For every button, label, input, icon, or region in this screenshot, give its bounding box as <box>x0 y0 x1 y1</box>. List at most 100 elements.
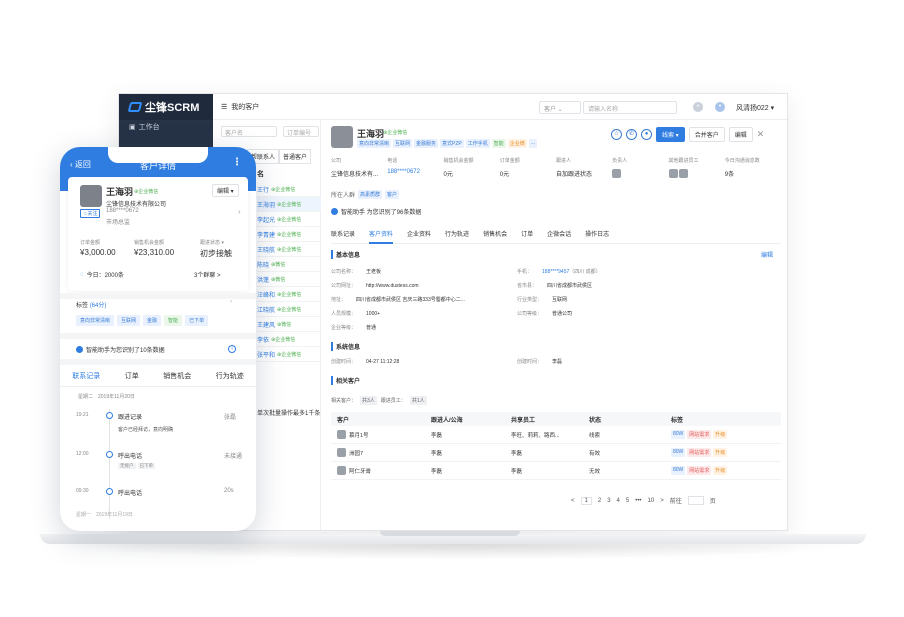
stat-phone: 电话 188****0672 <box>387 158 420 175</box>
timeline-item[interactable]: 19:21 跟进记录 张磊 客户已经拜访，意向明确 <box>76 412 246 442</box>
clue-button[interactable]: 线索 ▾ <box>656 127 685 142</box>
list-row[interactable]: 陈晓 ⊕微信 <box>257 257 321 272</box>
page-unit: 页 <box>709 499 716 505</box>
list-tabs: 帮联系人 普通客户 <box>247 149 312 164</box>
page-4[interactable]: 4 <box>617 498 620 504</box>
more-icon[interactable]: ⋮ <box>232 157 242 168</box>
timeline-item[interactable]: 12:00 呼出电话 未接通 无接户 已下单 <box>76 451 246 481</box>
search-input[interactable]: 请输入名称 <box>583 101 677 114</box>
tab-wecom-chat[interactable]: 企微会话 <box>547 226 571 243</box>
avatar <box>337 430 346 439</box>
phone-edit-button[interactable]: 编辑 ▾ <box>212 184 239 197</box>
page-1[interactable]: 1 <box>580 496 592 505</box>
tab-operation-log[interactable]: 操作日志 <box>585 226 609 243</box>
timeline-item[interactable]: 09:30 呼出电话 20s <box>76 488 246 508</box>
group-chats[interactable]: 3个群聊 > <box>194 270 221 279</box>
stat-owner: 负责人 <box>612 157 668 180</box>
table-row[interactable]: 阿仁牙膏 李磊 李磊 无效 80W 网站需求 升级 <box>331 462 781 480</box>
follow-button[interactable]: ☆关注 <box>80 209 101 218</box>
info-icon[interactable]: i <box>228 345 236 353</box>
tab-normal[interactable]: 普通客户 <box>279 149 312 164</box>
table-row[interactable]: 洲园7 李磊 李磊 有效 80W 网站需求 升级 <box>331 444 781 462</box>
goto-input[interactable] <box>687 496 704 505</box>
list-row[interactable]: 李青建 ⊕企业微信 <box>257 227 321 242</box>
list-row[interactable]: 汪峰和 ⊕企业微信 <box>257 287 321 302</box>
stat-messages: 今日沟通消息数 9条 <box>724 158 760 178</box>
field-mobile: 手机： 188****9457（四川 成都） <box>517 269 601 275</box>
detail-tabs: 联系记录 客户资料 企业资料 行为轨迹 销售机会 订单 企微会话 操作日志 <box>331 226 781 244</box>
stat-order: 订单金额 0元 <box>499 158 520 178</box>
list-row[interactable]: 王晓航 ⊕企业微信 <box>257 242 321 257</box>
divider <box>60 293 256 299</box>
field-website: 公司网址： http://www.dustess.com <box>331 283 419 289</box>
tag: 意向非常清晰 <box>76 315 115 326</box>
phone-customer-card: 王海羽 ⊕企业微信 编辑 ▾ ☆关注 尘锋信息技术有限公司 188****067… <box>68 177 248 291</box>
add-icon[interactable]: + <box>693 102 703 112</box>
tab-contact-records[interactable]: 联系记录 <box>72 371 100 386</box>
section-related: 相关客户 <box>331 376 360 385</box>
tags-row[interactable]: 标签 (64分) <box>76 300 106 309</box>
phone-customer-name: 王海羽 <box>106 187 134 197</box>
list-row[interactable]: 王行 ⊕企业微信 <box>257 182 321 197</box>
tab-opportunity[interactable]: 销售机会 <box>483 226 507 243</box>
tab-contact-records[interactable]: 联系记录 <box>331 226 355 243</box>
logo-text: 尘锋SCRM <box>145 102 200 114</box>
menu-icon[interactable]: ☰ <box>221 103 227 111</box>
table-row[interactable]: 慕月1号 李磊 李旺、莉莉、路西... 线索 80W 网站需求 升级 <box>331 426 781 444</box>
edit-button[interactable]: 编辑 <box>728 127 753 142</box>
stat-opportunity: 销售机会金额 0元 <box>443 158 474 178</box>
list-row[interactable]: 江晓航 ⊕企业微信 <box>257 302 321 317</box>
list-row[interactable]: 张平和 ⊕企业微信 <box>257 347 321 362</box>
tab-behavior[interactable]: 行为轨迹 <box>216 371 244 386</box>
avatar <box>679 169 689 178</box>
avatar <box>337 466 346 475</box>
chevron-right-icon[interactable]: › <box>230 299 232 305</box>
chat-icon[interactable]: ● <box>641 129 652 140</box>
tab-customer-profile[interactable]: 客户资料 <box>369 226 394 244</box>
sidebar-item-workbench[interactable]: ▣ 工作台 <box>119 120 213 134</box>
list-row[interactable]: 洪蓬 ⊕微信 <box>257 272 321 287</box>
today-messages[interactable]: ◌ 今日：2000条 <box>80 270 124 280</box>
prev-page[interactable]: < <box>571 498 575 504</box>
merge-button[interactable]: 合并客户 <box>688 127 725 142</box>
stats-row: 公司 尘锋信息技术有... 电话 188****0672 销售机会金额 0元 订单金额… <box>331 157 781 180</box>
tag: 智能 <box>491 139 506 148</box>
phone-icon[interactable]: ✆ <box>626 129 637 140</box>
back-button[interactable]: ‹ 返回 <box>70 159 91 170</box>
tab-orders[interactable]: 订单 <box>125 371 139 386</box>
page-5[interactable]: 5 <box>626 498 629 504</box>
page-2[interactable]: 2 <box>598 498 601 504</box>
star-icon[interactable]: ☆ <box>611 129 622 140</box>
tab-company-profile[interactable]: 企业资料 <box>407 226 431 243</box>
order-search-input[interactable]: 订单编号 <box>283 126 319 137</box>
field-company-level: 公司等级： 普通公司 <box>517 311 573 317</box>
search-type-select[interactable]: 客户 ⌄ <box>539 101 581 114</box>
tab-behavior[interactable]: 行为轨迹 <box>445 226 469 243</box>
metric-status[interactable]: 跟进状态 ▾ 初步接触 <box>200 239 232 259</box>
list-row[interactable]: 王海羽 ⊕企业微信 <box>257 197 321 212</box>
page-10[interactable]: 10 <box>648 498 655 504</box>
logo-mark-icon <box>127 102 143 112</box>
list-row[interactable]: 王建风 ⊕微信 <box>257 317 321 332</box>
avatar <box>668 169 678 178</box>
bell-icon[interactable]: • <box>715 102 725 112</box>
tag: 互联网 <box>393 139 413 148</box>
edit-link[interactable]: 编辑 <box>761 250 773 259</box>
tab-opportunity[interactable]: 销售机会 <box>163 371 191 386</box>
timeline-dot-icon <box>106 412 113 419</box>
page-3[interactable]: 3 <box>607 498 610 504</box>
list-row[interactable]: 李起光 ⊕企业微信 <box>257 212 321 227</box>
more-tags[interactable]: ... <box>528 139 537 148</box>
list-search-input[interactable]: 客户名 <box>221 126 277 137</box>
tab-orders[interactable]: 订单 <box>521 226 533 243</box>
field-company-name: 公司名称： 王老板 <box>331 269 382 275</box>
close-icon[interactable]: ✕ <box>757 129 765 140</box>
divider <box>60 333 256 339</box>
phone-mockup: ‹ 返回 客户详情 ⋮ 王海羽 ⊕企业微信 编辑 ▾ ☆关注 尘锋信息技术有限公… <box>60 147 256 531</box>
user-menu[interactable]: 风清扬022 ▾ <box>736 103 774 113</box>
next-page[interactable]: > <box>660 498 664 504</box>
tag: 互联网 <box>117 315 141 326</box>
chevron-right-icon[interactable]: › <box>238 207 241 216</box>
table-header: 客户 跟进人/公海 共享员工 状态 标签 <box>331 412 781 426</box>
list-row[interactable]: 李依 ⊕企业微信 <box>257 332 321 347</box>
